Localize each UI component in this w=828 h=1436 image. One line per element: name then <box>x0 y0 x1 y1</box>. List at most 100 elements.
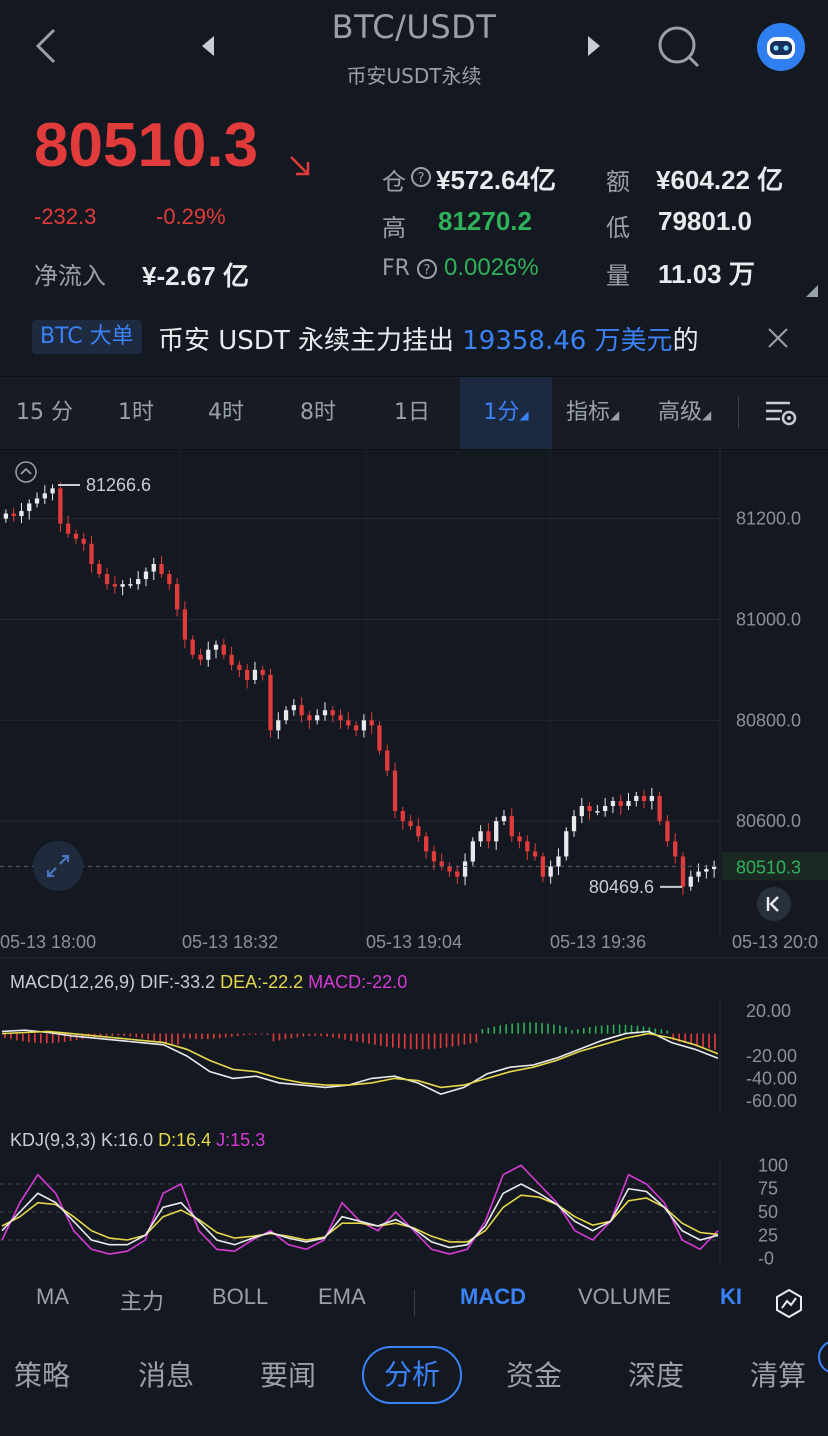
chart-settings-button[interactable] <box>764 399 798 431</box>
candle-body <box>19 511 24 517</box>
candle-body <box>50 488 55 494</box>
fullscreen-button[interactable] <box>32 840 84 896</box>
candle-body <box>128 584 133 586</box>
kdj-d: D:16.4 <box>158 1130 212 1150</box>
ind-tab-boll[interactable]: BOLL <box>212 1284 268 1310</box>
search-icon <box>658 26 700 68</box>
open-interest-value: ¥572.64亿 <box>436 165 556 195</box>
candle-body <box>307 715 312 721</box>
net-inflow-label: 净流入 <box>34 262 106 290</box>
close-ticker-button[interactable] <box>766 326 790 354</box>
amount-label: 额 <box>606 168 630 196</box>
candle-body <box>610 800 616 807</box>
open-interest-label: 仓 <box>382 168 406 196</box>
candle-body <box>198 654 203 660</box>
candle-body <box>104 574 110 585</box>
tab-indicators[interactable]: 指标◢ <box>566 377 619 449</box>
next-symbol-button[interactable] <box>586 34 606 58</box>
low-label: 低 <box>606 214 630 242</box>
skip-latest-icon <box>757 887 791 921</box>
high-value: 81270.2 <box>438 206 532 236</box>
candle-body <box>478 831 483 842</box>
candle-body <box>579 806 584 817</box>
collapse-button[interactable] <box>14 460 38 488</box>
expand-icon <box>33 841 83 891</box>
candle-body <box>11 513 16 517</box>
candle-body <box>58 488 63 524</box>
candle-body <box>361 720 367 731</box>
candle-body <box>315 715 320 721</box>
indicator-edit-button[interactable] <box>774 1288 804 1322</box>
search-button[interactable] <box>656 24 702 70</box>
ind-tab-kdj[interactable]: KI <box>720 1284 742 1310</box>
nav-analysis[interactable]: 分析 <box>362 1346 463 1404</box>
price-change-pct: -0.29% <box>156 204 226 229</box>
candle-body <box>501 816 507 822</box>
candle-body <box>81 538 86 544</box>
kdj-d-line <box>1 1194 719 1243</box>
nav-funds[interactable]: 资金 <box>506 1346 562 1406</box>
candle-body <box>190 639 195 655</box>
tab-8h[interactable]: 8时 <box>300 377 336 449</box>
ind-tab-ema[interactable]: EMA <box>318 1284 366 1310</box>
low-marker-label: 80469.6 <box>589 877 654 897</box>
tab-1h[interactable]: 1时 <box>118 377 154 449</box>
info-icon[interactable]: ? <box>416 258 438 284</box>
dropdown-corner-icon: ◢ <box>610 408 620 422</box>
down-arrow-icon <box>288 154 312 182</box>
kdj-y-tick: 50 <box>758 1202 778 1222</box>
price-change: -232.3 <box>34 204 97 229</box>
nav-liquidation[interactable]: 清算 <box>750 1346 806 1406</box>
candle-body <box>252 669 258 680</box>
info-icon[interactable]: ? <box>410 166 432 192</box>
candle-body <box>408 821 413 827</box>
volume-value: 11.03 万 <box>658 259 755 289</box>
ticker-tag[interactable]: BTC 大单 <box>32 320 142 354</box>
candle-body <box>213 644 219 650</box>
tab-1d[interactable]: 1日 <box>394 377 430 449</box>
candle-body <box>167 574 172 585</box>
candle-body <box>206 649 211 660</box>
kdj-legend: KDJ(9,3,3) K:16.0 D:16.4 J:15.3 <box>10 1130 265 1151</box>
macd-legend: MACD(12,26,9) DIF:-33.2 DEA:-22.2 MACD:-… <box>10 972 407 993</box>
nav-news[interactable]: 要闻 <box>260 1346 316 1406</box>
candlestick-chart[interactable]: 81200.0 81000.0 80800.0 80600.0 81266.6 80469… <box>0 448 828 960</box>
tab-advanced[interactable]: 高级◢ <box>658 377 711 449</box>
candle-body <box>649 795 654 801</box>
ind-tab-main-force[interactable]: 主力 <box>120 1284 164 1316</box>
kdj-y-tick: 75 <box>758 1179 778 1199</box>
nav-messages[interactable]: 消息 <box>138 1346 194 1406</box>
ticker-text[interactable]: 币安 USDT 永续主力挂出 19358.46 万美元的 <box>158 320 740 357</box>
candle-body <box>268 674 273 731</box>
nav-depth[interactable]: 深度 <box>628 1346 684 1406</box>
candle-body <box>455 871 460 877</box>
svg-text:?: ? <box>418 171 425 186</box>
tab-15m[interactable]: 15 分 <box>16 377 73 449</box>
candle-body <box>27 503 32 512</box>
assistant-button[interactable] <box>756 22 806 72</box>
kdj-k: K:16.0 <box>101 1130 154 1150</box>
candle-body <box>548 866 553 877</box>
candle-body <box>66 523 71 534</box>
expand-corner-icon[interactable] <box>806 282 818 301</box>
kdj-y-tick: 25 <box>758 1225 778 1245</box>
y-tick-label: 81000.0 <box>736 609 801 629</box>
tab-4h[interactable]: 4时 <box>208 377 244 449</box>
candle-body <box>509 816 514 837</box>
trend-chart-icon <box>776 1288 802 1319</box>
candle-body <box>151 563 156 572</box>
scroll-to-latest-button[interactable] <box>756 886 792 926</box>
tab-1m[interactable]: 1分◢ <box>460 377 552 449</box>
ind-tab-volume[interactable]: VOLUME <box>578 1284 671 1310</box>
dropdown-corner-icon: ◢ <box>519 408 529 422</box>
ind-tab-ma[interactable]: MA <box>36 1284 69 1310</box>
floating-assistant-icon[interactable] <box>818 1340 828 1378</box>
high-marker-label: 81266.6 <box>86 475 151 495</box>
close-icon <box>768 328 788 348</box>
candle-body <box>221 644 226 655</box>
candle-body <box>486 831 491 842</box>
funding-rate-label: FR <box>382 256 410 281</box>
assistant-robot-icon <box>757 23 805 71</box>
ind-tab-macd[interactable]: MACD <box>460 1284 526 1310</box>
nav-strategy[interactable]: 策略 <box>14 1346 70 1406</box>
